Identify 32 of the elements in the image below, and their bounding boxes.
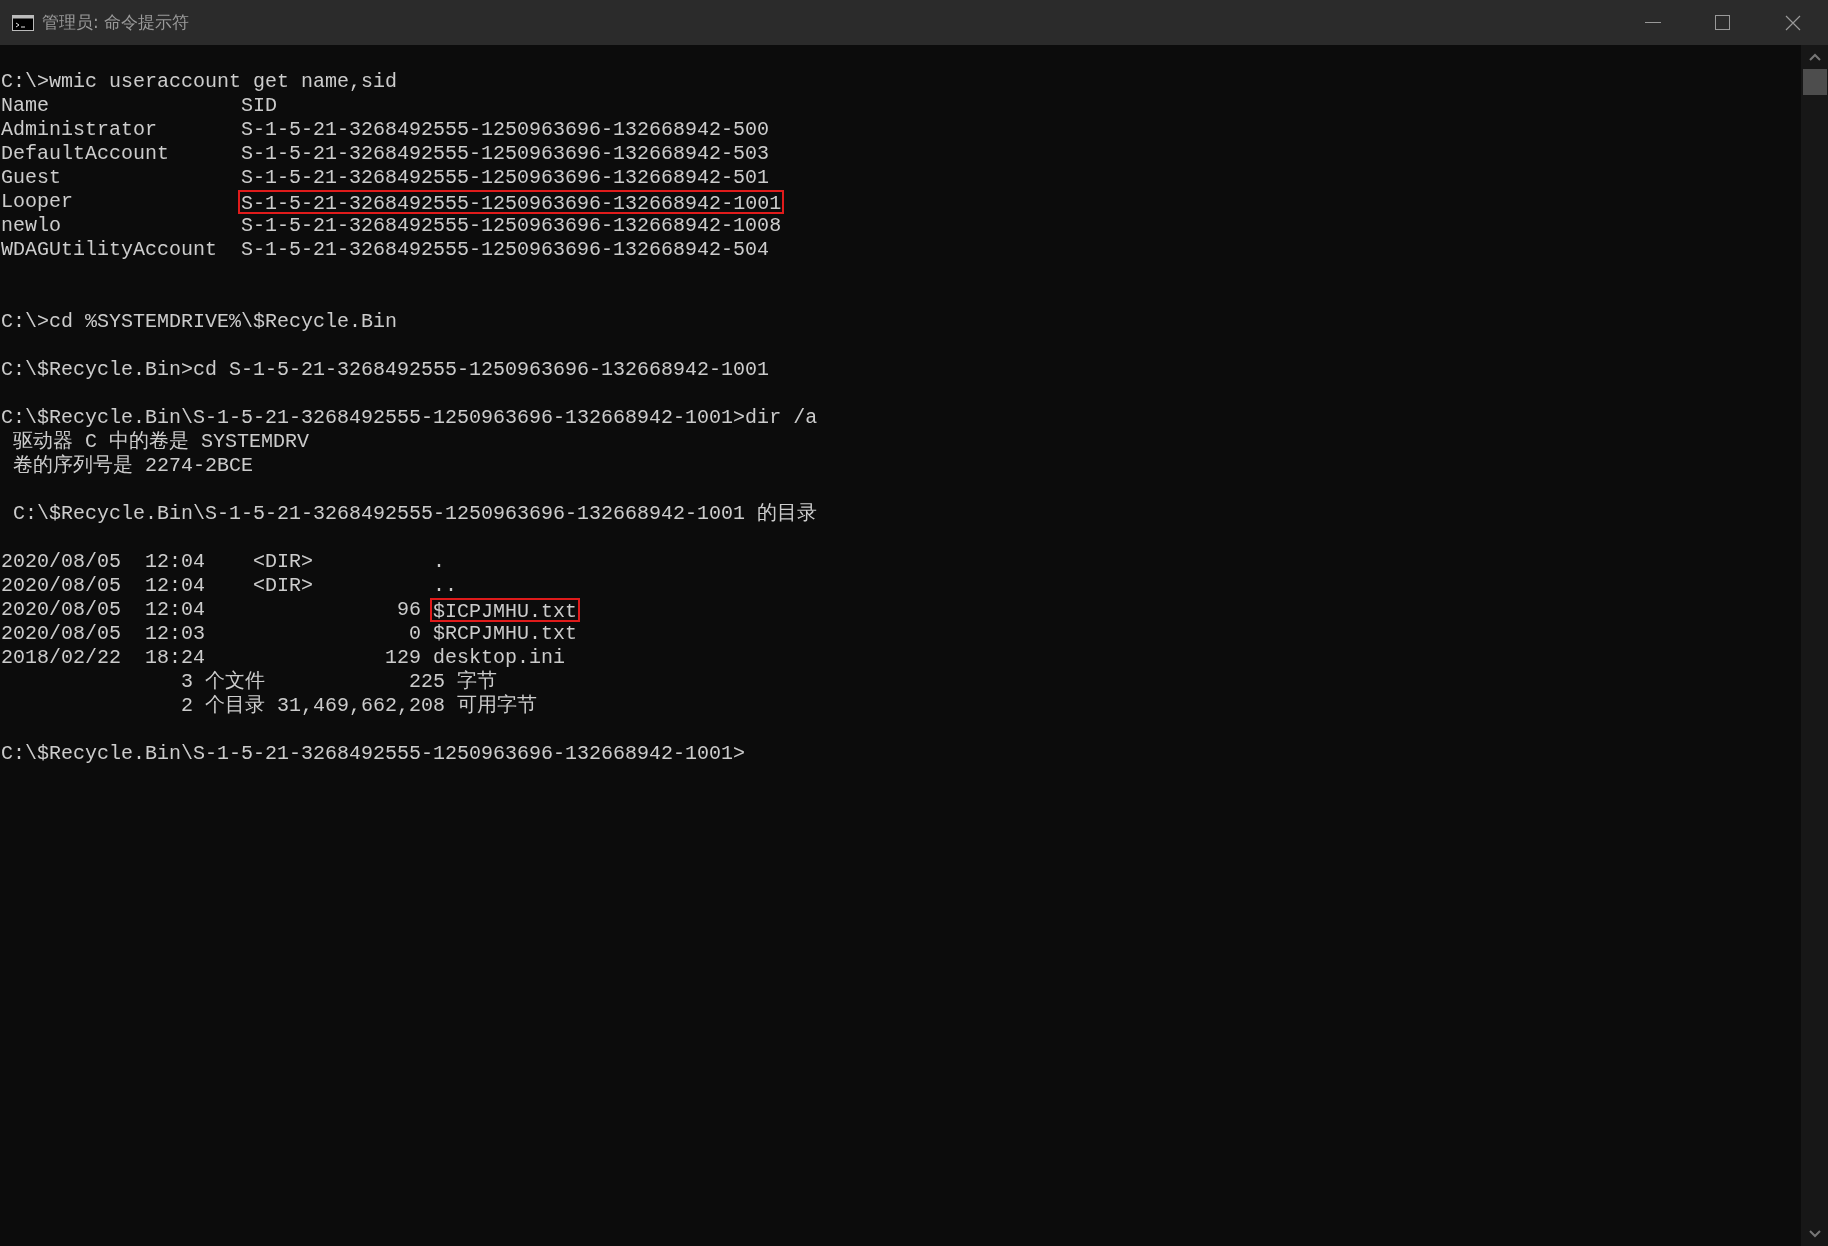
maximize-icon [1715,14,1731,31]
console-text: 2020/08/05 12:04 96 [1,598,423,622]
console-line: 2020/08/05 12:04 <DIR> . [1,550,446,574]
console-line: 驱动器 C 中的卷是 SYSTEMDRV [12,430,310,454]
console-line: 2018/02/22 18:24 129 desktop.ini [1,646,566,670]
console-line: Administrator S-1-5-21-3268492555-1250963696-132668942-500 [1,118,770,142]
console-line: C:\$Recycle.Bin>cd S-1-5-21-3268492555-1250963696-132668942-1001 [1,358,770,382]
console-line: 3 个文件 225 字节 [180,670,498,694]
chevron-up-icon [1808,53,1821,61]
console-line: DefaultAccount S-1-5-21-3268492555-1250963696-132668942-503 [1,142,770,166]
console-line: 卷的序列号是 2274-2BCE [12,454,254,478]
console-line: 2020/08/05 12:03 0 $RCPJMHU.txt [1,622,578,646]
console-line: 2 个目录 31,469,662,208 可用字节 [180,694,538,718]
command-prompt-icon [12,14,34,31]
highlighted-text: S-1-5-21-3268492555-1250963696-132668942-1001 [238,190,785,214]
chevron-down-icon [1808,1230,1821,1238]
console-line: WDAGUtilityAccount S-1-5-21-3268492555-1250963696-132668942-504 [1,238,770,262]
console-line: newlo S-1-5-21-3268492555-1250963696-132668942-1008 [1,214,782,238]
console-line: C:\$Recycle.Bin\S-1-5-21-3268492555-1250963696-132668942-1001>dir /a [1,406,818,430]
highlighted-text: $ICPJMHU.txt [430,598,581,622]
console-line: 2020/08/05 12:04 <DIR> .. [1,574,458,598]
console-line: C:\$Recycle.Bin\S-1-5-21-3268492555-1250963696-132668942-1001> [1,742,746,766]
console-line: C:\>cd %SYSTEMDRIVE%\$Recycle.Bin [1,310,398,334]
console-line: C:\$Recycle.Bin\S-1-5-21-3268492555-1250963696-132668942-1001 的目录 [12,502,818,526]
console-line: Guest S-1-5-21-3268492555-1250963696-132668942-501 [1,166,770,190]
minimize-icon [1645,22,1661,23]
window-title: 管理员: 命令提示符 [42,11,190,34]
close-icon [1785,14,1801,31]
scrollbar-thumb[interactable] [1802,69,1827,95]
console-text: Looper [1,190,74,214]
console-line: Name SID [1,94,278,118]
console-line: C:\>wmic useraccount get name,sid [1,70,398,94]
